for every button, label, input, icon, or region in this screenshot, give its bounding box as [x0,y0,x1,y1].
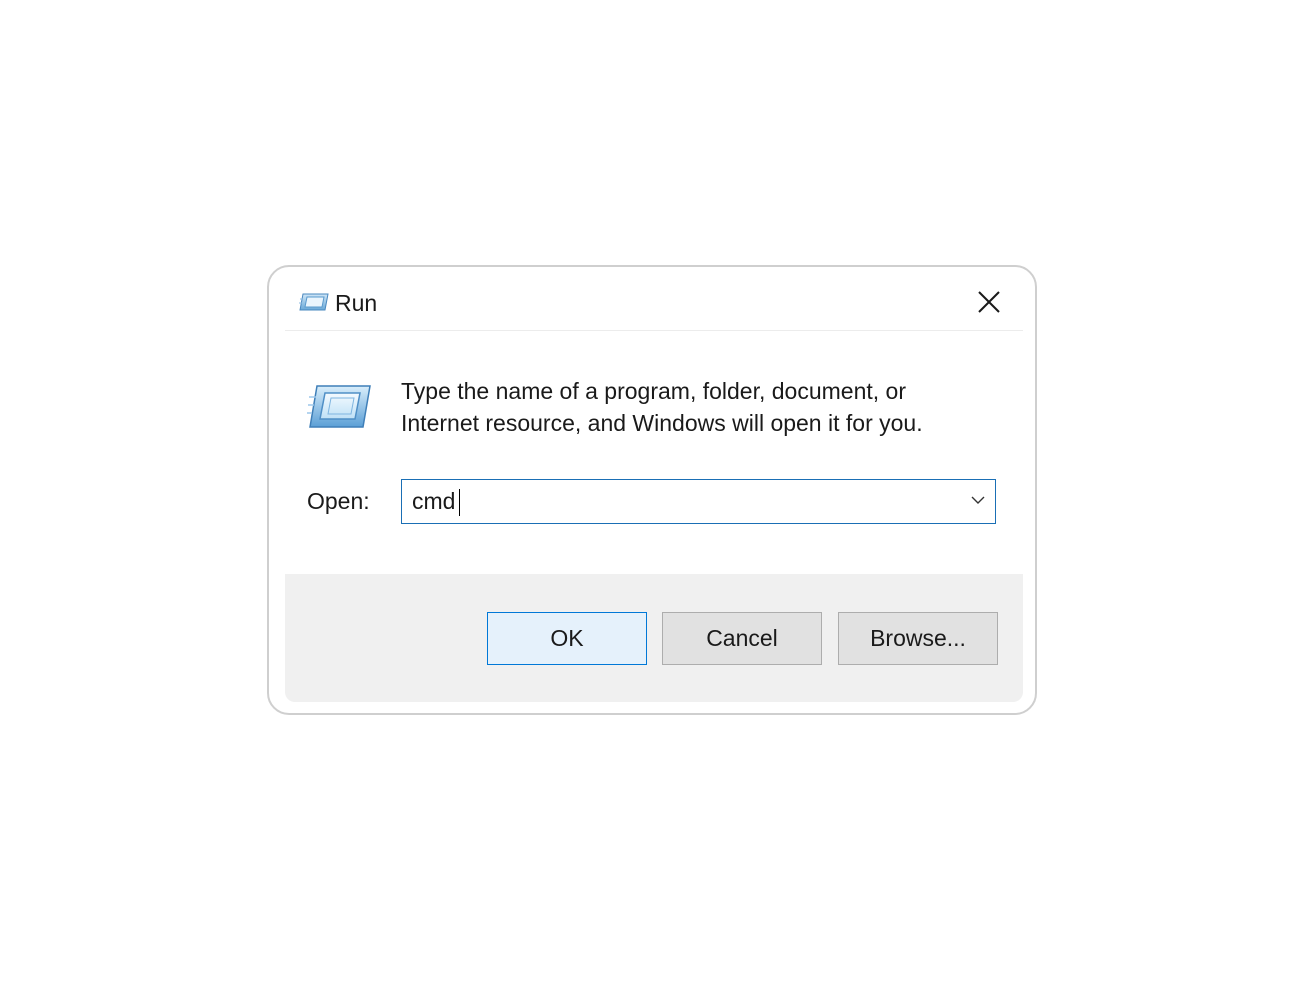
chevron-down-icon [971,496,985,504]
run-icon [299,291,329,313]
title-bar[interactable]: Run [269,267,1035,331]
dropdown-button[interactable] [961,480,995,523]
window-title: Run [335,290,378,316]
instructions-line-2: Internet resource, and Windows will open… [401,410,923,436]
open-input[interactable] [412,486,942,516]
run-icon [307,383,373,431]
open-label: Open: [307,488,370,514]
open-combobox[interactable] [401,479,996,524]
browse-button[interactable]: Browse... [838,612,998,665]
instructions-line-1: Type the name of a program, folder, docu… [401,378,907,404]
instructions-text: Type the name of a program, folder, docu… [401,375,1001,439]
run-dialog: Run Type the name of a program, folder, … [267,265,1037,715]
text-caret [459,489,460,516]
dialog-body: Type the name of a program, folder, docu… [285,330,1023,703]
close-icon [978,291,1000,313]
button-bar: OK Cancel Browse... [285,574,1023,702]
close-button[interactable] [969,284,1009,320]
ok-button[interactable]: OK [487,612,647,665]
desktop-background: Run Type the name of a program, folder, … [0,0,1306,988]
cancel-button[interactable]: Cancel [662,612,822,665]
